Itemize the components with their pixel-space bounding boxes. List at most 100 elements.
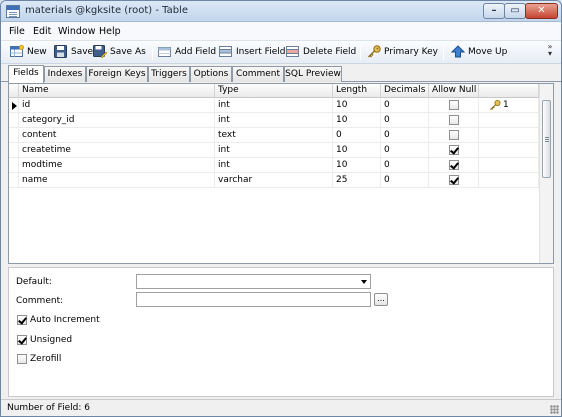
table-row[interactable]: modtime int 10 0 (9, 158, 539, 173)
field-properties-panel: Default: Comment: ... Auto Increment Uns… (8, 267, 554, 397)
cell-type[interactable]: varchar (215, 173, 333, 188)
default-label: Default: (16, 277, 52, 287)
header-length[interactable]: Length (333, 84, 381, 98)
primary-key-order: 1 (503, 100, 509, 110)
primary-key-label: Primary Key (384, 47, 438, 57)
cell-length[interactable]: 25 (333, 173, 381, 188)
zerofill-label[interactable]: Zerofill (30, 354, 61, 364)
zerofill-checkbox[interactable] (17, 354, 27, 364)
toolbar-overflow-button[interactable]: » ▾ (544, 43, 556, 58)
tab-foreign-keys[interactable]: Foreign Keys (86, 66, 148, 82)
primary-key-button[interactable]: Primary Key (367, 44, 438, 61)
maximize-button[interactable]: ▭ (504, 3, 526, 19)
header-allow-null[interactable]: Allow Null (429, 84, 479, 98)
table-row[interactable]: category_id int 10 0 (9, 113, 539, 128)
cell-decimals[interactable]: 0 (381, 98, 429, 113)
save-button[interactable]: Save (54, 44, 93, 61)
new-button[interactable]: New (10, 44, 50, 61)
cell-name[interactable]: modtime (19, 158, 215, 173)
window-title: materials @kgksite (root) - Table (25, 5, 188, 16)
allow-null-checkbox[interactable] (449, 145, 459, 155)
fields-grid[interactable]: Name Type Length Decimals Allow Null id i… (8, 83, 554, 264)
resize-grip-icon[interactable] (550, 405, 559, 414)
title-bar[interactable]: materials @kgksite (root) - Table – ▭ ✕ (1, 1, 561, 22)
move-up-button[interactable]: Move Up (451, 44, 507, 61)
comment-field[interactable] (136, 292, 371, 307)
delete-field-label: Delete Field (303, 47, 357, 57)
cell-type[interactable]: int (215, 143, 333, 158)
menu-help[interactable]: Help (99, 26, 121, 37)
allow-null-checkbox[interactable] (449, 160, 459, 170)
cell-type[interactable]: int (215, 98, 333, 113)
cell-length[interactable]: 10 (333, 158, 381, 173)
cell-length[interactable]: 10 (333, 143, 381, 158)
cell-type[interactable]: int (215, 113, 333, 128)
tab-indexes[interactable]: Indexes (44, 66, 86, 82)
cell-name[interactable]: name (19, 173, 215, 188)
cell-type[interactable]: text (215, 128, 333, 143)
menu-edit[interactable]: Edit (33, 26, 51, 37)
cell-length[interactable]: 10 (333, 98, 381, 113)
unsigned-checkbox[interactable] (17, 335, 27, 345)
allow-null-checkbox[interactable] (449, 115, 459, 125)
header-type[interactable]: Type (215, 84, 333, 98)
menu-window[interactable]: Window (58, 26, 95, 37)
grid-vertical-scrollbar[interactable] (539, 84, 553, 263)
comment-edit-button[interactable]: ... (374, 293, 388, 306)
scrollbar-thumb[interactable] (542, 100, 551, 178)
row-indicator-cell (9, 128, 19, 143)
cell-decimals[interactable]: 0 (381, 173, 429, 188)
table-row[interactable]: createtime int 10 0 (9, 143, 539, 158)
delete-field-button[interactable]: Delete Field (286, 44, 357, 61)
tab-options[interactable]: Options (190, 66, 232, 82)
unsigned-label[interactable]: Unsigned (30, 335, 72, 345)
row-indicator-cell (9, 173, 19, 188)
add-field-button[interactable]: Add Field (158, 44, 216, 61)
allow-null-checkbox[interactable] (449, 130, 459, 140)
toolbar-separator (443, 45, 444, 60)
cell-key (479, 143, 539, 158)
minimize-button[interactable]: – (483, 3, 505, 19)
table-row[interactable]: content text 0 0 (9, 128, 539, 143)
header-name[interactable]: Name (19, 84, 215, 98)
cell-allow-null (429, 158, 479, 173)
allow-null-checkbox[interactable] (449, 175, 459, 185)
header-decimals[interactable]: Decimals (381, 84, 429, 98)
default-combobox[interactable] (136, 274, 371, 289)
table-row[interactable]: id int 10 0 1 (9, 98, 539, 113)
cell-name[interactable]: createtime (19, 143, 215, 158)
cell-decimals[interactable]: 0 (381, 128, 429, 143)
save-as-button[interactable]: Save As (93, 44, 146, 61)
table-row[interactable]: name varchar 25 0 (9, 173, 539, 188)
table-app-icon (6, 5, 20, 18)
cell-name[interactable]: id (19, 98, 215, 113)
cell-type[interactable]: int (215, 158, 333, 173)
new-table-icon (10, 45, 24, 57)
cell-length[interactable]: 10 (333, 113, 381, 128)
insert-field-button[interactable]: Insert Field (219, 44, 285, 61)
cell-decimals[interactable]: 0 (381, 113, 429, 128)
menu-file[interactable]: File (9, 26, 25, 37)
cell-allow-null (429, 173, 479, 188)
table-designer-window: materials @kgksite (root) - Table – ▭ ✕ … (0, 0, 562, 417)
add-field-label: Add Field (175, 47, 217, 57)
tab-fields[interactable]: Fields (8, 65, 44, 83)
save-as-label: Save As (110, 47, 146, 57)
auto-increment-label[interactable]: Auto Increment (30, 315, 100, 325)
tab-sql-preview[interactable]: SQL Preview (284, 66, 342, 82)
cell-length[interactable]: 0 (333, 128, 381, 143)
cell-name[interactable]: content (19, 128, 215, 143)
cell-name[interactable]: category_id (19, 113, 215, 128)
auto-increment-checkbox[interactable] (17, 315, 27, 325)
floppy-disk-icon (54, 45, 67, 58)
tab-strip: Fields Indexes Foreign Keys Triggers Opt… (1, 65, 561, 83)
allow-null-checkbox[interactable] (449, 100, 459, 110)
tab-comment[interactable]: Comment (232, 66, 284, 82)
cell-decimals[interactable]: 0 (381, 143, 429, 158)
tab-triggers[interactable]: Triggers (148, 66, 190, 82)
close-button[interactable]: ✕ (525, 3, 558, 19)
chevron-down-icon[interactable] (361, 280, 367, 284)
arrow-up-icon (451, 45, 465, 58)
add-field-icon (158, 47, 171, 57)
cell-decimals[interactable]: 0 (381, 158, 429, 173)
